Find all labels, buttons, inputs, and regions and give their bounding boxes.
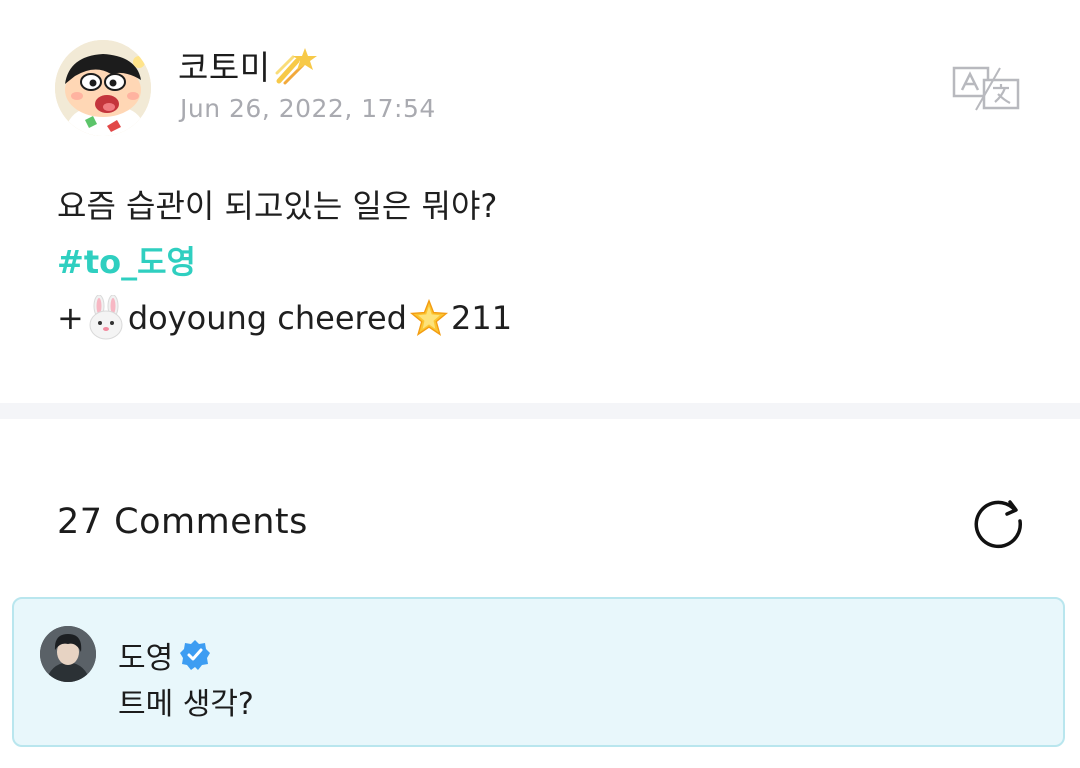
post-question: 요즘 습관이 되고있는 일은 뭐야? xyxy=(57,187,498,225)
author-name[interactable]: 코토미 xyxy=(178,41,271,89)
cheer-text: doyoung cheered xyxy=(127,299,407,337)
refresh-button[interactable] xyxy=(970,498,1028,552)
comment-author-row: 도영 xyxy=(118,633,211,677)
comment-author[interactable]: 도영 xyxy=(118,633,173,677)
cheer-count: 211 xyxy=(450,299,513,337)
post-detail-screen: 코토미 Jun 26, 2022, 17:54 요즘 습관이 되고있는 일은 뭐… xyxy=(0,0,1080,768)
post-timestamp: Jun 26, 2022, 17:54 xyxy=(180,94,436,123)
post-hashtag[interactable]: #to_도영 xyxy=(57,234,512,290)
cartoon-avatar-icon xyxy=(55,40,151,136)
translate-button[interactable] xyxy=(952,66,1022,112)
cheer-prefix: + xyxy=(57,299,84,337)
post-body: 요즘 습관이 되고있는 일은 뭐야? #to_도영 + doyoung chee… xyxy=(57,178,512,346)
shooting-star-icon xyxy=(275,48,317,85)
translate-icon xyxy=(952,66,1020,111)
refresh-icon xyxy=(974,500,1023,549)
cheer-line: + doyoung cheered 211 xyxy=(57,290,512,346)
comments-count: 27 Comments xyxy=(57,502,308,542)
profile-photo-icon xyxy=(40,626,96,682)
author-row: 코토미 xyxy=(178,43,319,87)
author-avatar[interactable] xyxy=(55,40,151,136)
highlighted-comment[interactable]: 도영 트메 생각? xyxy=(12,597,1065,747)
section-divider xyxy=(0,403,1080,419)
glowing-star-icon xyxy=(409,298,449,336)
rabbit-face-icon xyxy=(89,295,123,340)
verified-badge-icon xyxy=(180,640,211,670)
commenter-avatar[interactable] xyxy=(40,626,96,682)
comment-text: 트메 생각? xyxy=(118,687,254,722)
